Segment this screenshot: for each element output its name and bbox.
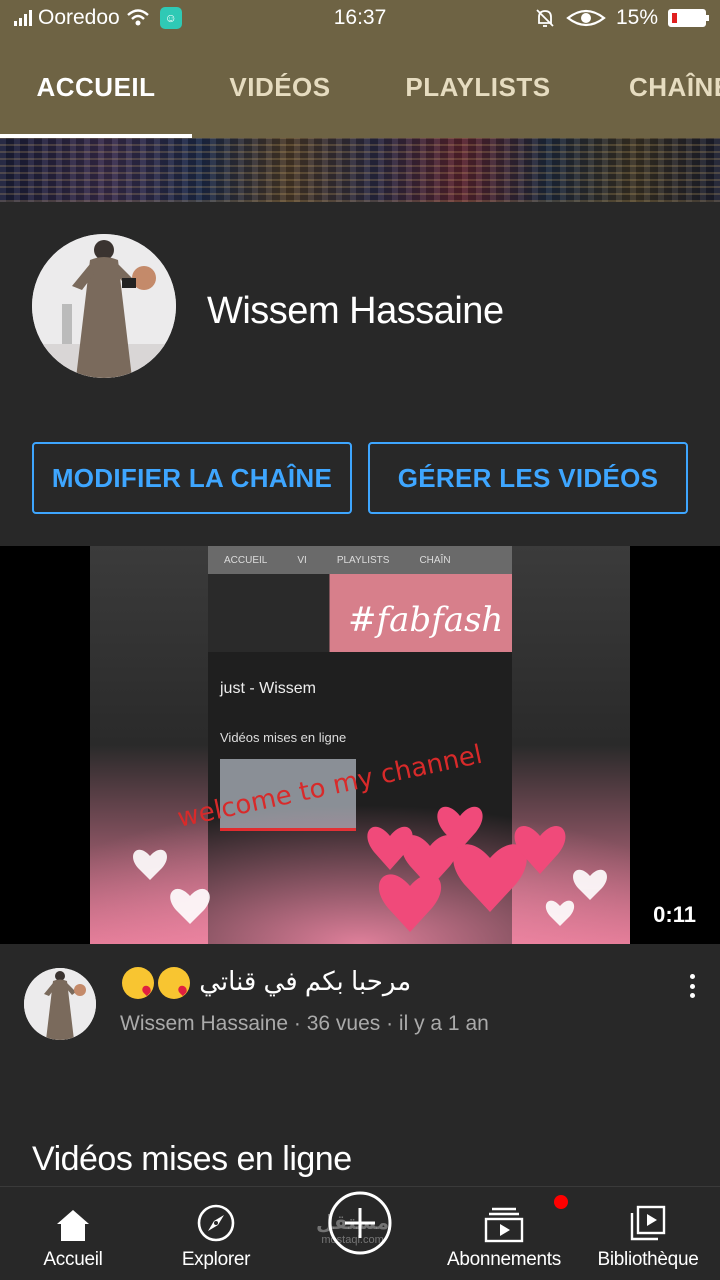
video-title-text: مرحبا بكم في قناتي	[199, 966, 412, 996]
video-title[interactable]: مرحبا بكم في قناتي	[120, 966, 412, 1000]
video-meta: Wissem Hassaine · 36 vues · il y a 1 an	[120, 1012, 489, 1035]
nav-label: Abonnements	[447, 1249, 561, 1270]
nav-label: Accueil	[43, 1249, 103, 1270]
eye-icon	[566, 9, 606, 27]
tab-playlists[interactable]: PLAYLISTS	[392, 36, 564, 138]
watermark-line: مستقل	[316, 1212, 390, 1234]
channel-banner	[0, 138, 720, 202]
nav-explorer[interactable]: Explorer	[160, 1187, 272, 1280]
wifi-icon	[126, 9, 149, 26]
hearts-decoration	[90, 746, 630, 944]
tab-chaine[interactable]: CHAÎNE	[612, 36, 720, 138]
watermark-line: mostaql.com	[321, 1234, 384, 1246]
status-bar: Ooredoo ☺ 16:37 15%	[0, 0, 720, 36]
nav-accueil[interactable]: Accueil	[18, 1187, 128, 1280]
nav-label: Explorer	[181, 1249, 251, 1270]
library-icon	[630, 1205, 666, 1241]
video-info[interactable]: مرحبا بكم في قناتي Wissem Hassaine · 36 …	[0, 944, 720, 1064]
notification-dot	[554, 1195, 568, 1209]
featured-video-player[interactable]: ACCUEIL VI PLAYLISTS CHAÎN #fabfash just…	[0, 546, 720, 944]
uploads-section-title: Vidéos mises en ligne	[32, 1140, 352, 1178]
channel-name: Wissem Hassaine	[207, 290, 504, 332]
video-channel-avatar[interactable]	[24, 968, 96, 1040]
battery-percent: 15%	[615, 6, 658, 29]
watermark: مستقل mostaql.com	[316, 1212, 389, 1246]
compass-icon	[197, 1204, 235, 1242]
nav-label: Bibliothèque	[597, 1249, 699, 1270]
nav-abonnements[interactable]: Abonnements	[444, 1187, 568, 1280]
nav-bibliotheque[interactable]: Bibliothèque	[592, 1187, 704, 1280]
channel-avatar[interactable]	[32, 234, 176, 378]
channel-header: Wissem Hassaine MODIFIER LA CHAÎNE GÉRER…	[0, 202, 720, 546]
manage-videos-button[interactable]: GÉRER LES VIDÉOS	[368, 442, 688, 514]
battery-icon	[668, 9, 709, 27]
bell-off-icon	[536, 9, 554, 27]
video-duration: 0:11	[653, 902, 696, 927]
kiss-emoji-icon	[122, 967, 154, 1000]
tab-accueil[interactable]: ACCUEIL	[0, 36, 192, 138]
signal-icon	[14, 10, 32, 26]
more-options-icon[interactable]	[682, 970, 702, 1002]
home-icon	[57, 1210, 89, 1241]
channel-tabs: ACCUEIL VIDÉOS PLAYLISTS CHAÎNE	[0, 36, 720, 138]
video-thumbnail[interactable]: ACCUEIL VI PLAYLISTS CHAÎN #fabfash just…	[90, 546, 630, 944]
carrier-name: Ooredoo	[38, 6, 120, 29]
edit-channel-button[interactable]: MODIFIER LA CHAÎNE	[32, 442, 352, 514]
subscriptions-icon	[484, 1207, 524, 1243]
tab-videos[interactable]: VIDÉOS	[200, 36, 360, 138]
kiss-emoji-icon	[158, 967, 190, 1000]
app-notification-icon: ☺	[159, 7, 182, 29]
